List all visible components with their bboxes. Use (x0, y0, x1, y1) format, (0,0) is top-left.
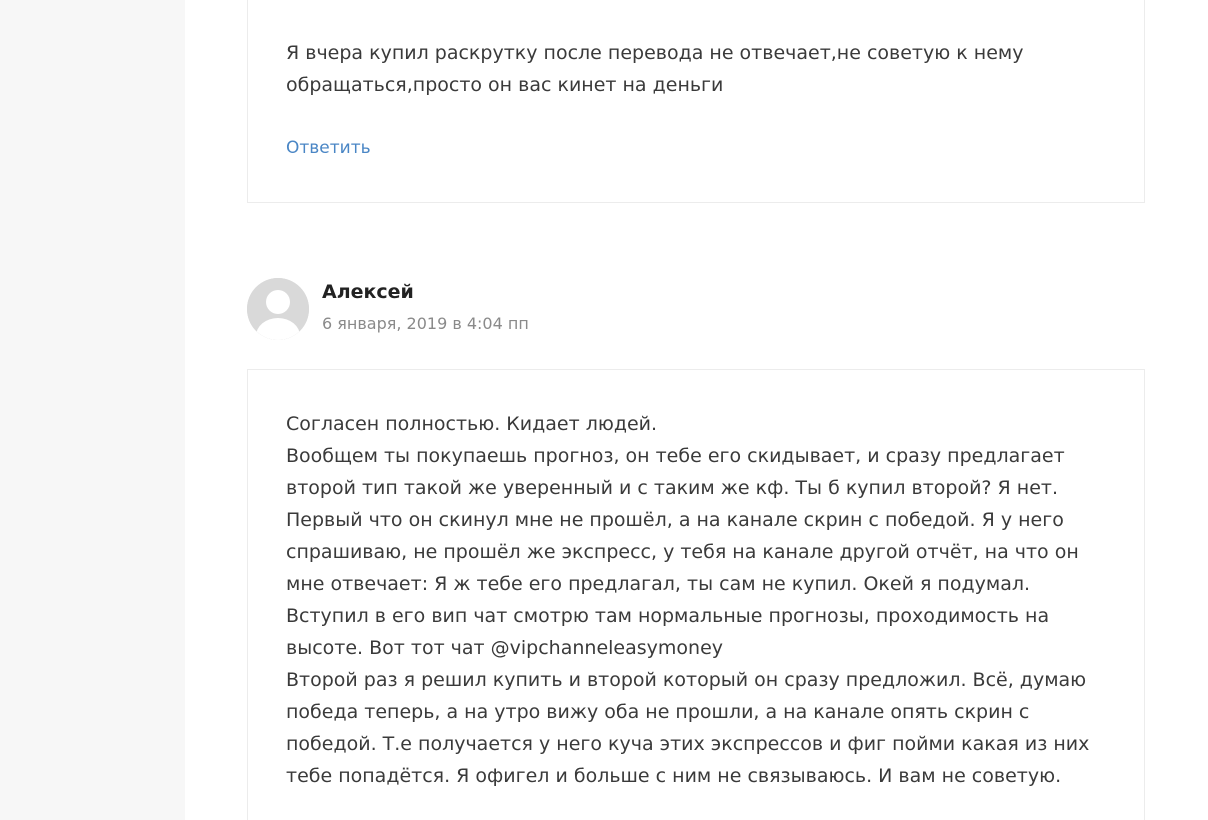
comment-body-previous: Я вчера купил раскрутку после перевода н… (247, 0, 1145, 203)
comment-body: Согласен полностью. Кидает людей. Вообще… (247, 369, 1145, 820)
comment-author: Алексей (322, 281, 414, 303)
comment-text: Я вчера купил раскрутку после перевода н… (286, 42, 1024, 96)
reply-link[interactable]: Ответить (286, 138, 371, 158)
default-user-avatar-icon (247, 278, 309, 340)
comments-section: Я вчера купил раскрутку после перевода н… (185, 0, 1208, 820)
comment-text: Согласен полностью. Кидает людей. Вообще… (286, 413, 1090, 787)
comment-date-link[interactable]: 6 января, 2019 в 4:04 пп (322, 314, 529, 333)
comment-meta: Алексей 6 января, 2019 в 4:04 пп (247, 278, 847, 340)
page: Я вчера купил раскрутку после перевода н… (0, 0, 1208, 820)
